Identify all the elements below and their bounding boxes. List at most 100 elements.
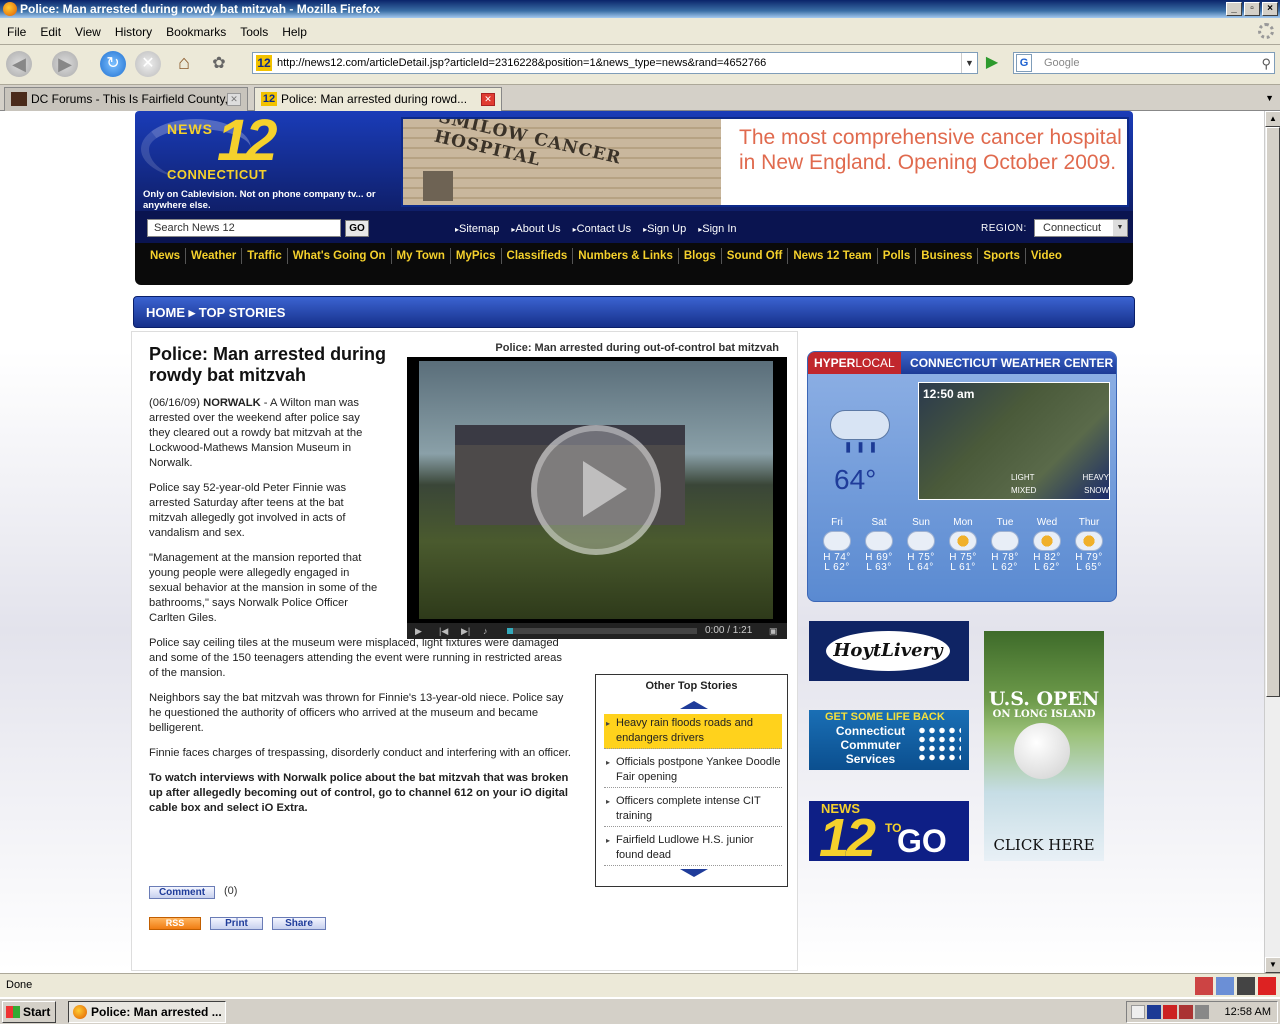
menu-file[interactable]: File — [0, 18, 33, 39]
download-icon[interactable] — [1195, 977, 1213, 995]
tray-user-icon[interactable] — [1147, 1005, 1161, 1019]
back-button[interactable]: ◀ — [6, 51, 32, 77]
home-button[interactable]: ⌂ — [171, 51, 197, 77]
menu-tools[interactable]: Tools — [233, 18, 275, 39]
google-icon[interactable]: G — [1016, 54, 1032, 72]
forward-button[interactable]: ▶ — [52, 51, 78, 77]
tab-dc-forums[interactable]: DC Forums - This Is Fairfield County, ..… — [4, 87, 248, 111]
scrollbar-thumb[interactable] — [1266, 127, 1280, 697]
nav-news12-team[interactable]: News 12 Team — [788, 248, 878, 264]
link-sign-up[interactable]: Sign Up — [643, 223, 686, 235]
restore-button[interactable]: ▫ — [1244, 2, 1260, 16]
nav-sound-off[interactable]: Sound Off — [722, 248, 789, 264]
search-icon[interactable]: ⚲ — [1261, 54, 1271, 74]
story-link[interactable]: Officials postpone Yankee Doodle Fair op… — [604, 753, 782, 788]
nav-news[interactable]: News — [145, 248, 187, 264]
nav-my-town[interactable]: My Town — [392, 248, 451, 264]
forecast-day-name: Sat — [871, 517, 887, 528]
link-contact-us[interactable]: Contact Us — [573, 223, 631, 235]
rss-button[interactable]: RSS — [149, 917, 201, 930]
radar-map[interactable]: 12:50 am LIGHT HEAVY MIXED SNOW — [918, 382, 1110, 500]
nav-traffic[interactable]: Traffic — [242, 248, 288, 264]
menu-view[interactable]: View — [68, 18, 108, 39]
scroll-down-arrow-icon[interactable]: ▼ — [1265, 957, 1280, 973]
site-favicon: 12 — [256, 55, 272, 71]
url-text[interactable]: http://news12.com/articleDetail.jsp?arti… — [277, 57, 766, 69]
nav-numbers-links[interactable]: Numbers & Links — [573, 248, 679, 264]
bookmark-tool-icon[interactable]: ✿ — [206, 51, 232, 77]
breadcrumb-text[interactable]: HOME ▸ TOP STORIES — [146, 305, 285, 321]
top-links: Sitemap About Us Contact Us Sign Up Sign… — [455, 223, 736, 235]
volume-icon[interactable] — [1195, 1005, 1209, 1019]
close-button[interactable]: × — [1262, 2, 1278, 16]
weather-center[interactable]: HYPERLOCAL CONNECTICUT WEATHER CENTER ❚❚… — [807, 351, 1117, 602]
news12-logo[interactable]: NEWS 12 CONNECTICUT Only on Cablevision.… — [139, 111, 399, 211]
addon-icon[interactable] — [1237, 977, 1255, 995]
system-tray: 12:58 AM — [1126, 1001, 1278, 1023]
menu-edit[interactable]: Edit — [33, 18, 68, 39]
reload-button[interactable]: ↻ — [100, 51, 126, 77]
mail-icon[interactable] — [1216, 977, 1234, 995]
hoyt-livery-ad[interactable]: HoytLivery — [809, 621, 969, 681]
menu-history[interactable]: History — [108, 18, 159, 39]
news12-to-go-ad[interactable]: NEWS 12 TO GO — [809, 801, 969, 861]
comment-count: (0) — [224, 885, 238, 897]
arrow-down-icon[interactable] — [1258, 977, 1276, 995]
nav-mypics[interactable]: MyPics — [451, 248, 502, 264]
vertical-scrollbar[interactable]: ▲ ▼ — [1264, 111, 1280, 973]
click-here-label: CLICK HERE — [993, 836, 1095, 854]
region-select[interactable]: Connecticut ▼ — [1034, 219, 1128, 237]
article-dateline: NORWALK — [203, 397, 261, 409]
link-sitemap[interactable]: Sitemap — [455, 223, 499, 235]
menu-bookmarks[interactable]: Bookmarks — [159, 18, 233, 39]
nav-blogs[interactable]: Blogs — [679, 248, 722, 264]
dc-forums-favicon — [11, 92, 27, 106]
golf-ball-image — [1014, 723, 1070, 779]
video-time: 0:00 / 1:21 — [705, 625, 753, 636]
nav-whats-going-on[interactable]: What's Going On — [288, 248, 392, 264]
forecast-low: L 65° — [1076, 562, 1102, 573]
nav-polls[interactable]: Polls — [878, 248, 917, 264]
tab-list-icon[interactable]: ▼ — [1265, 93, 1274, 103]
nav-video[interactable]: Video — [1026, 248, 1067, 264]
site-search-input[interactable]: Search News 12 — [147, 219, 341, 237]
tray-app-icon[interactable] — [1131, 1005, 1145, 1019]
search-input[interactable]: G Google ⚲ — [1013, 52, 1275, 74]
ati-icon[interactable] — [1163, 1005, 1177, 1019]
start-button[interactable]: Start — [2, 1001, 56, 1023]
scroll-up-icon[interactable] — [680, 701, 708, 709]
nav-business[interactable]: Business — [916, 248, 979, 264]
link-sign-in[interactable]: Sign In — [698, 223, 736, 235]
smilow-banner-ad[interactable]: SMILOW CANCER HOSPITAL The most comprehe… — [401, 117, 1129, 207]
go-button[interactable]: ▶ — [981, 52, 1003, 74]
taskbar-firefox-item[interactable]: Police: Man arrested ... — [68, 1001, 226, 1023]
menu-help[interactable]: Help — [275, 18, 314, 39]
forecast-day: Tue H 78° L 62° — [984, 518, 1026, 573]
url-dropdown-icon[interactable]: ▼ — [961, 53, 977, 73]
url-bar[interactable]: 12 http://news12.com/articleDetail.jsp?a… — [252, 52, 978, 74]
tab-close-icon[interactable]: ✕ — [227, 93, 241, 106]
nav-sports[interactable]: Sports — [978, 248, 1026, 264]
story-link[interactable]: Officers complete intense CIT training — [604, 792, 782, 827]
us-open-ad[interactable]: U.S. OPEN ON LONG ISLAND CLICK HERE — [984, 631, 1104, 861]
nav-classifieds[interactable]: Classifieds — [502, 248, 574, 264]
comment-button[interactable]: Comment — [149, 886, 215, 899]
commuter-services-ad[interactable]: GET SOME LIFE BACK Connecticut Commuter … — [809, 710, 969, 770]
link-about-us[interactable]: About Us — [511, 223, 560, 235]
article-paragraph: Neighbors say the bat mitzvah was thrown… — [149, 692, 564, 734]
scroll-up-arrow-icon[interactable]: ▲ — [1265, 111, 1280, 127]
stop-button[interactable]: ✕ — [135, 51, 161, 77]
nav-weather[interactable]: Weather — [186, 248, 243, 264]
fullscreen-icon[interactable]: ▣ — [769, 623, 778, 639]
scroll-down-icon[interactable] — [680, 869, 708, 877]
tab-close-icon[interactable]: ✕ — [481, 93, 495, 106]
minimize-button[interactable]: _ — [1226, 2, 1242, 16]
print-button[interactable]: Print — [210, 917, 263, 930]
story-link[interactable]: Heavy rain floods roads and endangers dr… — [604, 714, 782, 749]
tab-police-article[interactable]: 12 Police: Man arrested during rowd... ✕ — [254, 87, 502, 111]
story-link[interactable]: Fairfield Ludlowe H.S. junior found dead — [604, 831, 782, 866]
logo-number: 12 — [217, 111, 277, 173]
shield-icon[interactable] — [1179, 1005, 1193, 1019]
share-button[interactable]: Share — [272, 917, 326, 930]
site-search-go-button[interactable]: GO — [345, 220, 369, 237]
